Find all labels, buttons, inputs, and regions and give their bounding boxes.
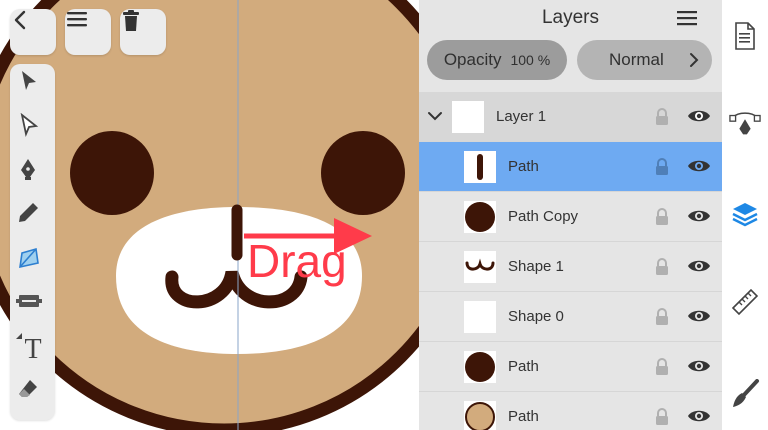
layer-row[interactable]: Path xyxy=(419,392,722,430)
layers-panel: Layers Opacity 100 % Normal Layer 1 Path… xyxy=(419,0,722,430)
right-eye-shape xyxy=(321,131,405,215)
circle-thumbnail-icon xyxy=(465,202,495,232)
layer-thumbnail xyxy=(464,351,496,383)
layer-name: Path Copy xyxy=(508,208,579,225)
shape-builder-tool-button[interactable] xyxy=(16,289,50,323)
hamburger-icon xyxy=(67,12,87,27)
direct-select-icon xyxy=(20,113,39,137)
pencil-icon xyxy=(19,203,38,222)
layer-thumbnail xyxy=(464,301,496,333)
pencil-tool-button[interactable] xyxy=(16,201,50,235)
mouth-thumbnail-icon xyxy=(465,258,495,271)
select-icon xyxy=(22,71,36,90)
layer-thumbnail xyxy=(464,401,496,430)
layer-thumbnail xyxy=(464,251,496,283)
chevron-left-icon xyxy=(14,10,26,30)
lock-icon[interactable] xyxy=(655,158,669,176)
direct-select-tool-button[interactable] xyxy=(16,113,50,147)
opacity-label: Opacity xyxy=(443,50,502,69)
layer-name: Layer 1 xyxy=(496,108,547,125)
eraser-icon xyxy=(19,380,37,397)
layer-name: Path xyxy=(508,408,539,425)
blend-mode-control[interactable]: Normal xyxy=(577,40,712,80)
measure-button[interactable] xyxy=(729,286,761,318)
layer-row[interactable]: Path Copy xyxy=(419,192,722,242)
back-button[interactable] xyxy=(10,9,56,55)
tan-circle-thumbnail-icon xyxy=(465,402,495,430)
delete-button[interactable] xyxy=(120,9,166,55)
layer-thumbnail xyxy=(452,101,484,133)
lock-icon[interactable] xyxy=(655,258,669,276)
menu-button[interactable] xyxy=(65,9,111,55)
layer-row[interactable]: Path xyxy=(419,142,722,192)
brush-button[interactable] xyxy=(729,378,761,410)
drawing-canvas[interactable]: Drag T xyxy=(0,0,419,430)
layers-icon xyxy=(732,203,758,227)
vertical-bar-thumbnail-icon xyxy=(477,154,483,180)
path-edit-button[interactable] xyxy=(729,108,761,140)
submenu-corner-icon xyxy=(16,333,22,339)
text-tool-button[interactable]: T xyxy=(16,333,50,367)
lock-icon[interactable] xyxy=(655,208,669,226)
left-eye-shape xyxy=(70,131,154,215)
eye-icon[interactable] xyxy=(687,108,711,124)
eraser-tool-button[interactable] xyxy=(16,377,50,411)
select-tool-button[interactable] xyxy=(16,69,50,103)
layer-name: Path xyxy=(508,358,539,375)
layer-row-group[interactable]: Layer 1 xyxy=(419,92,722,142)
text-tool-glyph: T xyxy=(24,334,42,365)
layer-thumbnail xyxy=(464,201,496,233)
pen-tool-button[interactable] xyxy=(16,157,50,191)
trash-icon xyxy=(123,10,139,31)
tool-palette: T xyxy=(10,64,55,420)
layers-button[interactable] xyxy=(729,198,761,230)
pen-icon xyxy=(21,159,35,180)
canvas-artwork[interactable] xyxy=(0,0,419,430)
document-button[interactable] xyxy=(729,20,761,52)
lock-icon[interactable] xyxy=(655,108,669,126)
path-edit-icon xyxy=(729,112,761,135)
layer-row[interactable]: Shape 0 xyxy=(419,292,722,342)
chevron-right-icon xyxy=(690,53,699,67)
brush-icon xyxy=(733,379,759,407)
inspector-rail xyxy=(722,0,768,430)
eye-icon[interactable] xyxy=(687,358,711,374)
drag-hint-label: Drag xyxy=(247,235,347,287)
layer-name: Path xyxy=(508,158,539,175)
opacity-value: 100 % xyxy=(510,52,551,68)
blend-mode-value: Normal xyxy=(609,50,664,69)
panel-menu-icon[interactable] xyxy=(675,8,699,28)
shape-builder-icon xyxy=(16,295,42,307)
node-tool-icon xyxy=(19,247,39,269)
layer-thumbnail xyxy=(464,151,496,183)
chevron-down-icon[interactable] xyxy=(427,110,443,122)
lock-icon[interactable] xyxy=(655,358,669,376)
layer-name: Shape 1 xyxy=(508,258,564,275)
lock-icon[interactable] xyxy=(655,308,669,326)
document-icon xyxy=(735,22,755,50)
eye-icon[interactable] xyxy=(687,408,711,424)
layer-name: Shape 0 xyxy=(508,308,564,325)
layer-row[interactable]: Shape 1 xyxy=(419,242,722,292)
eye-icon[interactable] xyxy=(687,258,711,274)
eye-icon[interactable] xyxy=(687,308,711,324)
ruler-icon xyxy=(731,288,759,316)
node-tool-button[interactable] xyxy=(16,245,50,279)
circle-thumbnail-icon xyxy=(465,352,495,382)
eye-icon[interactable] xyxy=(687,208,711,224)
layer-row[interactable]: Path xyxy=(419,342,722,392)
opacity-control[interactable]: Opacity 100 % xyxy=(427,40,567,80)
eye-icon[interactable] xyxy=(687,158,711,174)
lock-icon[interactable] xyxy=(655,408,669,426)
